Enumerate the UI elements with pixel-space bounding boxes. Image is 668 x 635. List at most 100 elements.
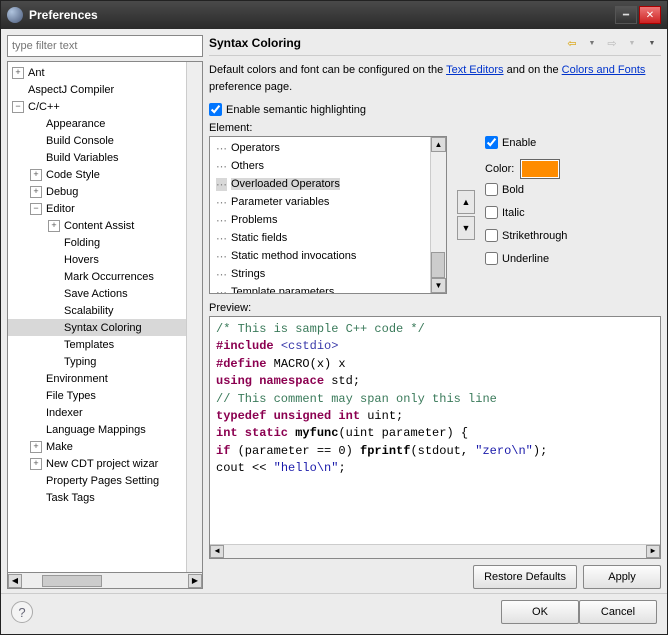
element-item[interactable]: ⋯Static fields — [210, 229, 430, 247]
element-item[interactable]: ⋯Static method invocations — [210, 247, 430, 265]
color-swatch-button[interactable] — [520, 159, 560, 179]
expand-icon[interactable]: + — [30, 458, 42, 470]
tree-item[interactable]: +New CDT project wizar — [8, 455, 186, 472]
move-down-button[interactable]: ▼ — [457, 216, 475, 240]
preview-label: Preview: — [209, 302, 661, 314]
enable-label[interactable]: Enable — [502, 137, 536, 149]
tree-item[interactable]: Build Console — [8, 132, 186, 149]
element-item[interactable]: ⋯Template parameters — [210, 283, 430, 293]
tree-item[interactable]: −Editor — [8, 200, 186, 217]
tree-item-label: Folding — [62, 237, 102, 249]
close-button[interactable]: ✕ — [639, 6, 661, 24]
apply-button[interactable]: Apply — [583, 565, 661, 589]
tree-spacer — [30, 407, 42, 419]
scroll-left-icon[interactable]: ◀ — [8, 574, 22, 588]
view-menu-icon[interactable]: ▼ — [643, 35, 661, 51]
tree-item-label: Code Style — [44, 169, 102, 181]
tree-item[interactable]: Appearance — [8, 115, 186, 132]
italic-checkbox[interactable] — [485, 206, 498, 219]
tree-item[interactable]: Task Tags — [8, 489, 186, 506]
enable-checkbox[interactable] — [485, 136, 498, 149]
move-up-button[interactable]: ▲ — [457, 190, 475, 214]
tree-item[interactable]: Build Variables — [8, 149, 186, 166]
scroll-thumb[interactable] — [431, 252, 445, 278]
nav-tree[interactable]: +Ant AspectJ Compiler −C/C++ Appearance Buil… — [8, 62, 186, 572]
preview-hscrollbar[interactable]: ◀▶ — [210, 544, 660, 558]
tree-item-label: Appearance — [44, 118, 107, 130]
tree-item[interactable]: File Types — [8, 387, 186, 404]
tree-item-label: AspectJ Compiler — [26, 84, 116, 96]
bold-checkbox[interactable] — [485, 183, 498, 196]
tree-item[interactable]: Language Mappings — [8, 421, 186, 438]
tree-item[interactable]: Syntax Coloring — [8, 319, 186, 336]
collapse-icon[interactable]: − — [12, 101, 24, 113]
element-item[interactable]: ⋯Overloaded Operators — [210, 175, 430, 193]
scroll-down-icon[interactable]: ▼ — [431, 278, 446, 293]
collapse-icon[interactable]: − — [30, 203, 42, 215]
tree-item[interactable]: AspectJ Compiler — [8, 81, 186, 98]
element-item[interactable]: ⋯Operators — [210, 139, 430, 157]
element-item[interactable]: ⋯Strings — [210, 265, 430, 283]
tree-spacer — [48, 271, 60, 283]
element-list[interactable]: ⋯Operators⋯Others⋯Overloaded Operators⋯P… — [210, 137, 430, 293]
tree-item[interactable]: Hovers — [8, 251, 186, 268]
scroll-thumb[interactable] — [42, 575, 102, 587]
expand-icon[interactable]: + — [30, 169, 42, 181]
tree-spacer — [12, 84, 24, 96]
expand-icon[interactable]: + — [48, 220, 60, 232]
tree-hscrollbar[interactable]: ◀ ▶ — [7, 573, 203, 589]
back-icon[interactable]: ⇦ — [563, 35, 581, 51]
tree-item[interactable]: Typing — [8, 353, 186, 370]
semantic-highlighting-checkbox[interactable] — [209, 103, 222, 116]
forward-icon[interactable]: ⇨ — [603, 35, 621, 51]
tree-item-label: Build Console — [44, 135, 116, 147]
tree-item[interactable]: −C/C++ — [8, 98, 186, 115]
tree-spacer — [30, 492, 42, 504]
text-editors-link[interactable]: Text Editors — [446, 64, 503, 76]
colors-fonts-link[interactable]: Colors and Fonts — [562, 64, 646, 76]
expand-icon[interactable]: + — [30, 186, 42, 198]
tree-item[interactable]: Property Pages Setting — [8, 472, 186, 489]
tree-item[interactable]: +Code Style — [8, 166, 186, 183]
tree-item[interactable]: Indexer — [8, 404, 186, 421]
tree-vscrollbar[interactable] — [186, 62, 202, 572]
tree-item[interactable]: +Ant — [8, 64, 186, 81]
element-vscrollbar[interactable]: ▲ ▼ — [430, 137, 446, 293]
tree-item[interactable]: Environment — [8, 370, 186, 387]
app-icon — [7, 7, 23, 23]
tree-item[interactable]: +Debug — [8, 183, 186, 200]
minimize-button[interactable]: ━ — [615, 6, 637, 24]
semantic-highlighting-label[interactable]: Enable semantic highlighting — [226, 104, 366, 116]
element-item[interactable]: ⋯Problems — [210, 211, 430, 229]
bold-label[interactable]: Bold — [502, 184, 524, 196]
tree-item[interactable]: +Make — [8, 438, 186, 455]
restore-defaults-button[interactable]: Restore Defaults — [473, 565, 577, 589]
underline-label[interactable]: Underline — [502, 253, 549, 265]
strikethrough-checkbox[interactable] — [485, 229, 498, 242]
expand-icon[interactable]: + — [30, 441, 42, 453]
forward-menu-icon[interactable]: ▼ — [623, 35, 641, 51]
scroll-right-icon[interactable]: ▶ — [188, 574, 202, 588]
scroll-up-icon[interactable]: ▲ — [431, 137, 446, 152]
expand-icon[interactable]: + — [12, 67, 24, 79]
underline-checkbox[interactable] — [485, 252, 498, 265]
tree-item-label: Debug — [44, 186, 80, 198]
element-item[interactable]: ⋯Others — [210, 157, 430, 175]
italic-label[interactable]: Italic — [502, 207, 525, 219]
tree-item[interactable]: +Content Assist — [8, 217, 186, 234]
strikethrough-label[interactable]: Strikethrough — [502, 230, 567, 242]
preview-pane[interactable]: /* This is sample C++ code */ #include <… — [209, 316, 661, 559]
help-icon[interactable]: ? — [11, 601, 33, 623]
tree-item[interactable]: Save Actions — [8, 285, 186, 302]
tree-item[interactable]: Mark Occurrences — [8, 268, 186, 285]
tree-item[interactable]: Scalability — [8, 302, 186, 319]
tree-item[interactable]: Folding — [8, 234, 186, 251]
cancel-button[interactable]: Cancel — [579, 600, 657, 624]
titlebar[interactable]: Preferences ━ ✕ — [1, 1, 667, 29]
back-menu-icon[interactable]: ▼ — [583, 35, 601, 51]
ok-button[interactable]: OK — [501, 600, 579, 624]
tree-spacer — [30, 118, 42, 130]
element-item[interactable]: ⋯Parameter variables — [210, 193, 430, 211]
tree-item[interactable]: Templates — [8, 336, 186, 353]
filter-input[interactable] — [7, 35, 203, 57]
